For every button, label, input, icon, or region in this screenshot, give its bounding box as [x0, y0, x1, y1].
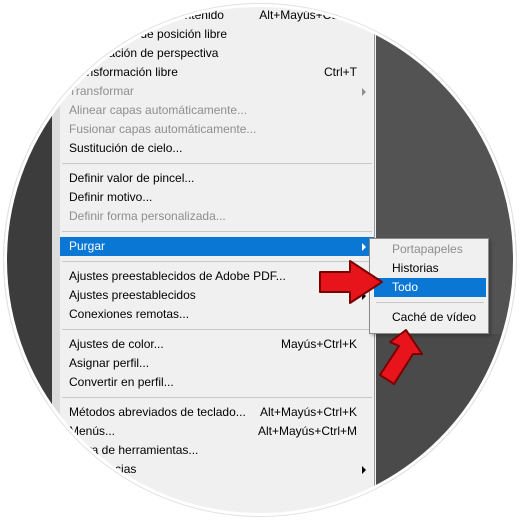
- menu-item-sky-replacement[interactable]: Sustitución de cielo...: [60, 139, 374, 158]
- menu-item-define-pattern[interactable]: Definir motivo...: [60, 188, 374, 207]
- menu-item-label: Ajustes preestablecidos de Adobe PDF...: [69, 269, 286, 283]
- menu-separator: [62, 329, 372, 330]
- menu-item-label: Definir valor de pincel...: [69, 171, 195, 185]
- menu-item-remote-connections[interactable]: Conexiones remotas...: [60, 305, 374, 324]
- menu-item-puppet-warp[interactable]: Deformación de posición libre: [60, 25, 374, 44]
- menu-item-label: Purgar: [69, 239, 106, 253]
- menu-item-shortcut: Mayús+Ctrl+K: [280, 337, 357, 351]
- menu-item-label: Deformación de posición libre: [69, 27, 228, 41]
- submenu-separator: [376, 302, 484, 303]
- menu-item-content-transform[interactable]: Transformación de contenido Alt+Mayús+Ct…: [60, 6, 374, 25]
- menu-item-label: Convertir en perfil...: [69, 375, 174, 389]
- menu-item-shortcut: Alt+Mayús+Ctrl+C: [259, 8, 357, 22]
- submenu-item-label: Caché de vídeo: [392, 310, 477, 324]
- red-arrow-up-icon: [379, 329, 423, 385]
- menu-item-label: Ajustes de color...: [69, 337, 164, 351]
- purge-submenu: Portapapeles Historias Todo Caché de víd…: [369, 238, 489, 334]
- menu-item-shortcut: Alt+Mayús+Ctrl+M: [257, 424, 357, 438]
- menu-item-purge[interactable]: Purgar: [60, 237, 374, 256]
- menu-item-label: Ajustes preestablecidos: [69, 288, 196, 302]
- menu-item-label: Alinear capas automáticamente...: [69, 103, 248, 117]
- menu-item-free-transform[interactable]: Transformación libre Ctrl+T: [60, 63, 374, 82]
- menu-item-label: Asignar perfil...: [69, 356, 150, 370]
- menu-item-label: Definir forma personalizada...: [69, 209, 226, 223]
- red-arrow-right-icon: [319, 260, 383, 304]
- left-panel: [4, 4, 52, 516]
- submenu-item-label: Historias: [392, 261, 439, 275]
- menu-item-shortcut: Ctrl+T: [324, 65, 357, 79]
- submenu-item-video-cache[interactable]: Caché de vídeo: [374, 308, 486, 327]
- menu-item-assign-profile[interactable]: Asignar perfil...: [60, 354, 374, 373]
- submenu-item-all[interactable]: Todo: [374, 278, 486, 297]
- menu-item-label: Deformación de perspectiva: [69, 46, 219, 60]
- submenu-item-label: Portapapeles: [392, 242, 463, 256]
- submenu-arrow-icon: [362, 88, 366, 96]
- menu-item-label: Métodos abreviados de teclado...: [69, 405, 246, 419]
- menu-item-label: Menús...: [69, 424, 116, 438]
- menu-item-convert-to-profile[interactable]: Convertir en perfil...: [60, 373, 374, 392]
- menu-item-label: Barra de herramientas...: [69, 443, 199, 457]
- menu-item-label: Sustitución de cielo...: [69, 141, 183, 155]
- menu-item-toolbar[interactable]: Barra de herramientas...: [60, 441, 374, 460]
- menu-item-label: Transformar: [69, 84, 134, 98]
- menu-separator: [62, 231, 372, 232]
- menu-separator: [62, 163, 372, 164]
- menu-item-define-custom-shape[interactable]: Definir forma personalizada...: [60, 207, 374, 226]
- menu-item-label: Fusionar capas automáticamente...: [69, 122, 257, 136]
- menu-item-label: Conexiones remotas...: [69, 307, 190, 321]
- menu-item-transform[interactable]: Transformar: [60, 82, 374, 101]
- menu-item-auto-blend-layers[interactable]: Fusionar capas automáticamente...: [60, 120, 374, 139]
- menu-item-label: Definir motivo...: [69, 190, 153, 204]
- menu-item-preferences[interactable]: Preferencias: [60, 460, 374, 479]
- screenshot-stage: Transformación de contenido Alt+Mayús+Ct…: [0, 0, 520, 520]
- magnifier-lens: Transformación de contenido Alt+Mayús+Ct…: [4, 4, 516, 516]
- submenu-arrow-icon: [362, 466, 366, 474]
- menu-item-auto-align-layers[interactable]: Alinear capas automáticamente...: [60, 101, 374, 120]
- menu-item-label: Preferencias: [69, 462, 137, 476]
- menu-item-menus[interactable]: Menús... Alt+Mayús+Ctrl+M: [60, 422, 374, 441]
- menu-item-label: Transformación de contenido: [69, 8, 224, 22]
- submenu-item-clipboard[interactable]: Portapapeles: [374, 240, 486, 259]
- menu-item-color-settings[interactable]: Ajustes de color... Mayús+Ctrl+K: [60, 335, 374, 354]
- menu-item-perspective-warp[interactable]: Deformación de perspectiva: [60, 44, 374, 63]
- menu-item-define-brush[interactable]: Definir valor de pincel...: [60, 169, 374, 188]
- menu-item-keyboard-shortcuts[interactable]: Métodos abreviados de teclado... Alt+May…: [60, 403, 374, 422]
- menu-gutter: [52, 4, 60, 516]
- submenu-item-histories[interactable]: Historias: [374, 259, 486, 278]
- menu-item-shortcut: Alt+Mayús+Ctrl+K: [259, 405, 357, 419]
- submenu-item-label: Todo: [392, 280, 419, 294]
- submenu-arrow-icon: [362, 243, 366, 251]
- menu-separator: [62, 397, 372, 398]
- menu-item-label: Transformación libre: [69, 65, 178, 79]
